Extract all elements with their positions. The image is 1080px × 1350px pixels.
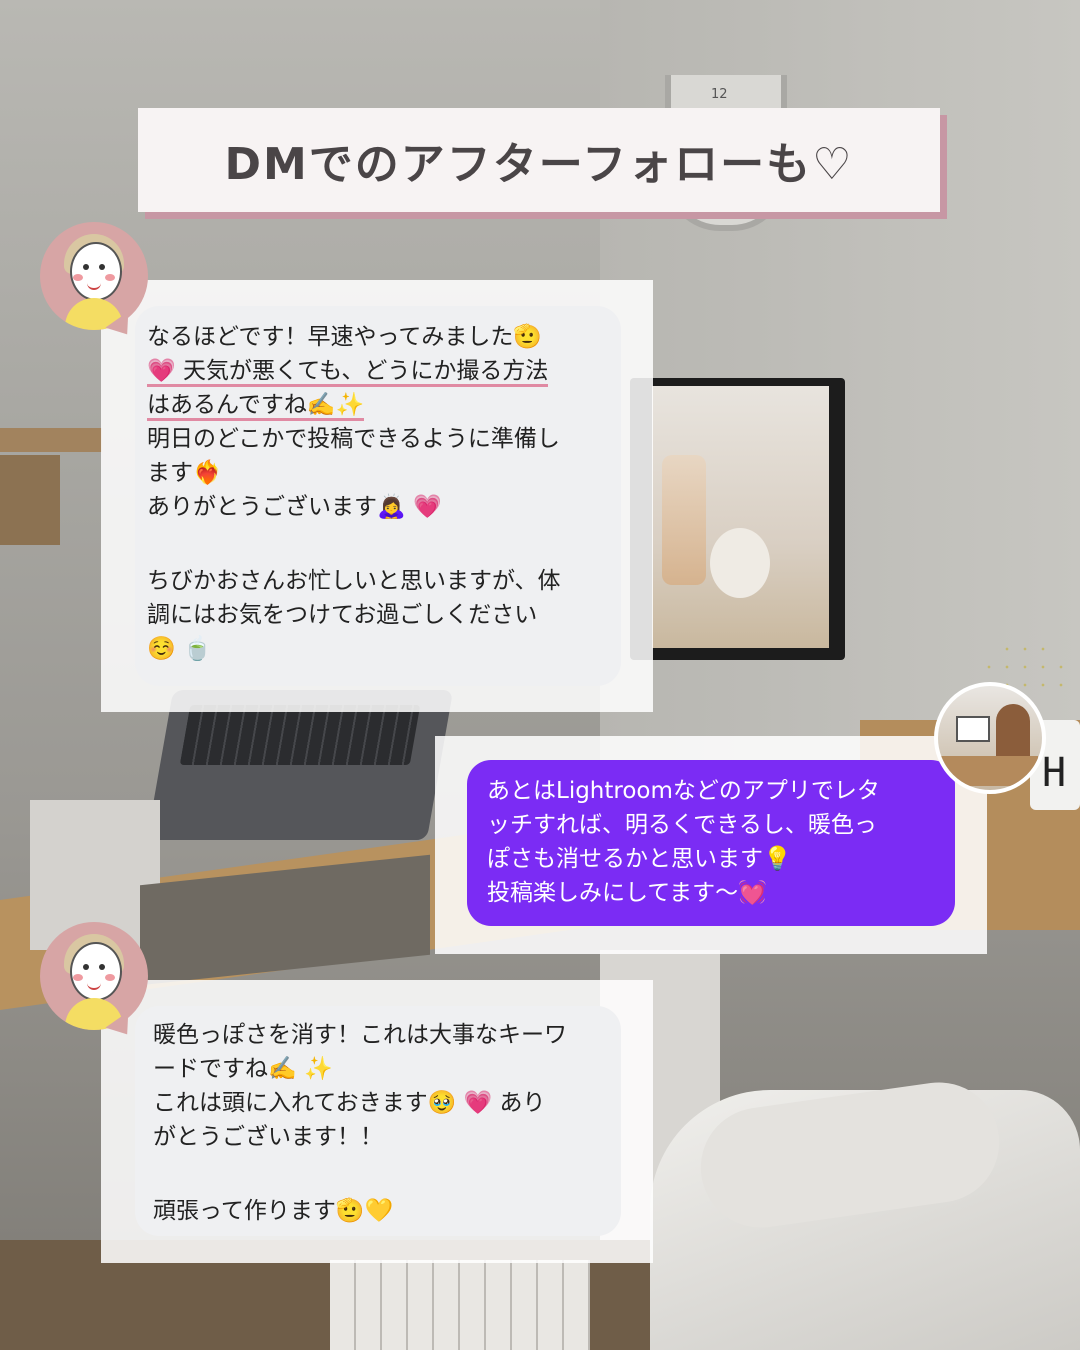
message-line: 調にはお気をつけてお過ごしください [147,602,538,628]
clock-number: 12 [711,87,728,102]
message-1-text: なるほどです！早速やってみました🫡 💗 天気が悪くても、どうにか撮る方法 はある… [147,320,561,666]
message-line: ☺️ 🍵 [147,636,212,662]
photo-monitor [956,716,990,742]
title-box: DMでのアフターフォローも♡ [138,108,940,212]
message-line: なるほどです！早速やってみました🫡 [147,324,543,350]
avatar-blush [105,274,115,281]
hourglass [662,455,706,585]
message-line: ードですね✍️ ✨ [153,1056,333,1082]
message-line: ます❤️‍🔥 [147,460,222,486]
message-line: これは頭に入れておきます🥹 💗 あり [153,1090,546,1116]
avatar-blush [73,974,83,981]
message-line-underlined: 💗 天気が悪くても、どうにか撮る方法 [147,354,561,388]
avatar-eye [83,964,89,970]
message-line: 暖色っぽさを消す！これは大事なキーワ [153,1022,567,1048]
desk-photo-avatar[interactable] [934,682,1046,794]
avatar-eye [83,264,89,270]
message-3-text: 暖色っぽさを消す！これは大事なキーワ ードですね✍️ ✨ これは頭に入れておきま… [153,1018,567,1228]
message-line: がとうございます！！ [153,1124,383,1150]
cup-letter: H [1042,750,1067,796]
message-bubble-2: あとはLightroomなどのアプリでレタ ッチすれば、明るくできるし、暖色っ … [467,760,955,926]
message-line: 明日のどこかで投稿できるように準備し [147,426,560,452]
message-2-text: あとはLightroomなどのアプリでレタ ッチすれば、明るくできるし、暖色っ … [487,774,880,910]
message-bubble-1: なるほどです！早速やってみました🫡 💗 天気が悪くても、どうにか撮る方法 はある… [135,306,621,686]
message-line: ッチすれば、明るくできるし、暖色っ [487,812,877,838]
message-line: ちびかおさんお忙しいと思いますが、体 [147,568,561,594]
message-line: あとはLightroomなどのアプリでレタ [487,778,880,804]
message-line: ぽさも消せるかと思います💡 [487,846,792,872]
wall-shelf [0,428,102,452]
avatar-eye [99,964,105,970]
shelf-box [0,455,60,545]
avatar-eye [99,264,105,270]
message-line-text: 💗 天気が悪くても、どうにか撮る方法 [147,358,549,387]
message-line: ありがとうございます🙇‍♀️ 💗 [147,494,442,520]
page-title: DMでのアフターフォローも♡ [224,139,854,190]
books [330,1260,590,1350]
avatar-blush [105,974,115,981]
vase [710,528,770,598]
laptop-keyboard [179,705,421,765]
message-line: 投稿楽しみにしてます〜💓 [487,880,767,906]
avatar-blush [73,274,83,281]
message-line: 頑張って作ります🫡💛 [153,1198,394,1224]
woman-illustration-avatar[interactable] [40,922,148,1030]
message-line-underlined: はあるんですね✍️✨ [147,388,561,422]
photo-desk [938,756,1038,786]
woman-illustration-avatar[interactable] [40,222,148,330]
message-line-text: はあるんですね✍️✨ [147,392,365,421]
avatar-face [70,942,122,1001]
message-bubble-3: 暖色っぽさを消す！これは大事なキーワ ードですね✍️ ✨ これは頭に入れておきま… [135,1006,621,1236]
avatar-face [70,242,122,301]
